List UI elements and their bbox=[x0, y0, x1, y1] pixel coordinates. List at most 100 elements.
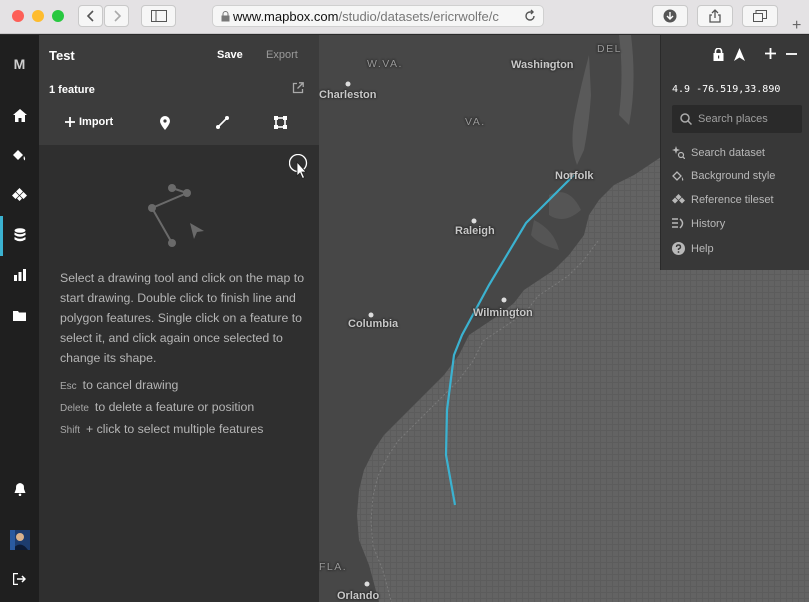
zoom-out-icon[interactable] bbox=[786, 53, 797, 55]
zoom-window-button[interactable] bbox=[52, 10, 64, 22]
tileset-icon bbox=[672, 194, 685, 204]
plus-icon bbox=[65, 117, 75, 127]
map-label: Raleigh bbox=[455, 225, 495, 237]
download-icon bbox=[663, 9, 677, 23]
shortcut-delete: Delete to delete a feature or position bbox=[60, 400, 254, 414]
search-places-input[interactable]: Search places bbox=[672, 105, 802, 133]
map-label: VA. bbox=[465, 116, 486, 128]
marker-icon[interactable] bbox=[160, 116, 170, 130]
map-label: Wilmington bbox=[473, 307, 533, 319]
bar-chart-icon bbox=[13, 269, 26, 281]
nav-stats[interactable] bbox=[0, 261, 39, 289]
dataset-title[interactable]: Test bbox=[49, 48, 75, 63]
logout-icon bbox=[13, 573, 26, 585]
nav-datasets[interactable] bbox=[0, 221, 39, 249]
shortcut-esc: Esc to cancel drawing bbox=[60, 378, 178, 392]
shortcut-key: Shift bbox=[60, 425, 81, 436]
export-button[interactable]: Export bbox=[266, 49, 298, 61]
address-bar[interactable]: www.mapbox.com/studio/datasets/ericrwolf… bbox=[212, 5, 544, 27]
help-text: Select a drawing tool and click on the m… bbox=[60, 271, 305, 365]
history-button[interactable]: History bbox=[672, 218, 725, 230]
sparkle-search-icon bbox=[672, 146, 685, 159]
forward-button[interactable] bbox=[104, 5, 129, 27]
shortcut-key: Esc bbox=[60, 381, 77, 392]
zoom-in-icon[interactable] bbox=[765, 48, 776, 59]
search-dataset-button[interactable]: Search dataset bbox=[672, 146, 765, 159]
columbia-dot bbox=[368, 312, 374, 318]
tileset-icon bbox=[12, 188, 27, 201]
share-button[interactable] bbox=[697, 5, 733, 27]
shortcut-desc: to delete a feature or position bbox=[94, 400, 255, 414]
sidebar-toggle-button[interactable] bbox=[141, 5, 176, 27]
url-path: /studio/datasets/ericrwolfe/c bbox=[338, 8, 499, 24]
map-label: FLA. bbox=[319, 561, 348, 573]
draw-line-illustration bbox=[148, 184, 204, 247]
nav-logout[interactable] bbox=[0, 565, 39, 593]
dataset-header: Test Save Export 1 feature Import bbox=[39, 35, 319, 145]
map-label: DEL bbox=[597, 43, 622, 55]
wilmington-dot bbox=[501, 297, 507, 303]
menu-label: Search dataset bbox=[691, 146, 765, 159]
map-label: Norfolk bbox=[555, 170, 594, 182]
map-label: Columbia bbox=[348, 318, 399, 330]
logo-letter: M bbox=[13, 56, 26, 72]
nav-tilesets[interactable] bbox=[0, 181, 39, 209]
shortcut-desc: + click to select multiple features bbox=[86, 422, 264, 436]
back-button[interactable] bbox=[78, 5, 103, 27]
draw-toolbar: Import bbox=[39, 110, 319, 145]
downloads-button[interactable] bbox=[652, 5, 688, 27]
menu-label: Help bbox=[691, 242, 714, 255]
lock-icon[interactable] bbox=[713, 48, 724, 61]
shortcut-key: Delete bbox=[60, 403, 89, 414]
search-placeholder: Search places bbox=[698, 113, 768, 125]
history-icon bbox=[672, 218, 684, 229]
search-icon bbox=[680, 113, 692, 125]
menu-label: Background style bbox=[691, 170, 776, 182]
reload-icon[interactable] bbox=[523, 9, 537, 23]
charleston-dot bbox=[345, 81, 351, 87]
draw-help bbox=[39, 145, 319, 602]
dataset-panel: Test Save Export 1 feature Import Select… bbox=[39, 35, 319, 602]
compass-north-icon[interactable] bbox=[734, 48, 745, 61]
new-tab-icon[interactable]: + bbox=[792, 18, 801, 34]
import-label: Import bbox=[79, 116, 114, 128]
map-controls-panel: 4.9 -76.519,33.890 Search places Search … bbox=[660, 35, 809, 270]
sidebar-icon bbox=[150, 10, 167, 22]
save-button[interactable]: Save bbox=[217, 49, 243, 61]
menu-label: Reference tileset bbox=[691, 194, 774, 206]
close-window-button[interactable] bbox=[12, 10, 24, 22]
help-button[interactable]: Help bbox=[672, 242, 714, 255]
user-avatar[interactable] bbox=[0, 526, 39, 554]
tabs-overview-button[interactable] bbox=[742, 5, 778, 27]
orlando-dot bbox=[364, 581, 370, 587]
feature-count: 1 feature bbox=[49, 84, 95, 96]
map-label: Washington bbox=[511, 59, 574, 71]
mapbox-logo[interactable]: M bbox=[0, 50, 39, 78]
nav-home[interactable] bbox=[0, 101, 39, 129]
import-button[interactable]: Import bbox=[65, 116, 113, 128]
nav-files[interactable] bbox=[0, 301, 39, 329]
folder-icon bbox=[13, 310, 26, 321]
map-label: Orlando bbox=[337, 590, 380, 602]
nav-styles[interactable] bbox=[0, 141, 39, 169]
help-icon bbox=[672, 242, 685, 255]
map-label: W.VA. bbox=[367, 58, 403, 70]
avatar bbox=[9, 530, 30, 550]
lock-icon bbox=[221, 11, 230, 22]
tabs-icon bbox=[753, 10, 767, 22]
reference-tileset-button[interactable]: Reference tileset bbox=[672, 194, 774, 206]
database-icon bbox=[14, 228, 25, 242]
line-tool-icon[interactable] bbox=[216, 116, 229, 129]
shortcut-desc: to cancel drawing bbox=[82, 378, 179, 392]
minimize-window-button[interactable] bbox=[32, 10, 44, 22]
polygon-tool-icon[interactable] bbox=[274, 116, 287, 129]
cursor-ring-icon bbox=[289, 154, 308, 180]
app-nav-rail: M bbox=[0, 35, 39, 602]
external-link-icon[interactable] bbox=[292, 82, 304, 94]
coordinate-readout: 4.9 -76.519,33.890 bbox=[672, 84, 781, 95]
menu-label: History bbox=[691, 218, 726, 230]
nav-notifications[interactable] bbox=[0, 475, 39, 503]
paint-bucket-icon bbox=[672, 171, 684, 181]
background-style-button[interactable]: Background style bbox=[672, 170, 775, 182]
map-label: Charleston bbox=[319, 89, 377, 101]
